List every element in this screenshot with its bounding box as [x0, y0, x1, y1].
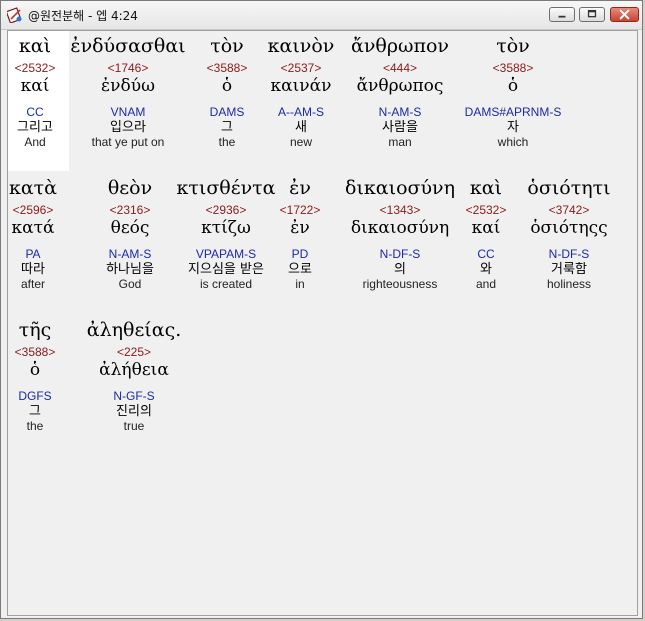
minimize-button[interactable] [549, 7, 575, 22]
english-gloss: true [123, 419, 145, 433]
greek-word: τὸν [496, 35, 530, 57]
english-gloss: which [497, 135, 529, 149]
maximize-icon [587, 9, 597, 18]
title-bar[interactable]: @원전분해 - 엡 4:24 [1, 1, 642, 30]
parsing-code: DAMS#APRNM-S [464, 105, 562, 119]
greek-word: ὁσιότητι [527, 177, 611, 199]
app-window: @원전분해 - 엡 4:24 καὶ <2532> καί CC 그리고 And ἐνδύσ… [0, 0, 643, 619]
strong-number[interactable]: <3588> [433, 61, 593, 75]
lemma: ὁ [507, 76, 519, 96]
korean-gloss: 진리의 [116, 404, 152, 419]
close-button[interactable] [610, 7, 639, 22]
parsing-code: N-GF-S [113, 389, 155, 403]
strong-number[interactable]: <3742> [489, 203, 637, 217]
korean-gloss: 자 [507, 120, 519, 135]
word-unit[interactable]: τὸν <3588> ὁ DAMS#APRNM-S 자 which [433, 35, 593, 149]
minimize-icon [558, 15, 566, 18]
maximize-button[interactable] [579, 7, 605, 22]
lemma: ὁσιότηςς [530, 218, 608, 238]
strong-number[interactable]: <225> [54, 345, 214, 359]
lemma: ἀλήθεια [99, 360, 169, 380]
window-title: @원전분해 - 엡 4:24 [28, 9, 138, 23]
word-unit[interactable]: ὁσιότητι <3742> ὁσιότηςς N-DF-S 거룩함 holiness [489, 177, 637, 291]
korean-gloss: 거룩함 [551, 262, 587, 277]
greek-word: ἀληθείας. [86, 319, 182, 341]
word-unit[interactable]: ἀληθείας. <225> ἀλήθεια N-GF-S 진리의 true [54, 319, 214, 433]
parsing-code: N-DF-S [548, 247, 590, 261]
bible-app-icon [5, 7, 23, 24]
close-icon [619, 9, 630, 20]
english-gloss: holiness [546, 277, 592, 291]
interlinear-pane[interactable]: καὶ <2532> καί CC 그리고 And ἐνδύσασθαι <1746> ἐνδύ… [7, 30, 638, 616]
